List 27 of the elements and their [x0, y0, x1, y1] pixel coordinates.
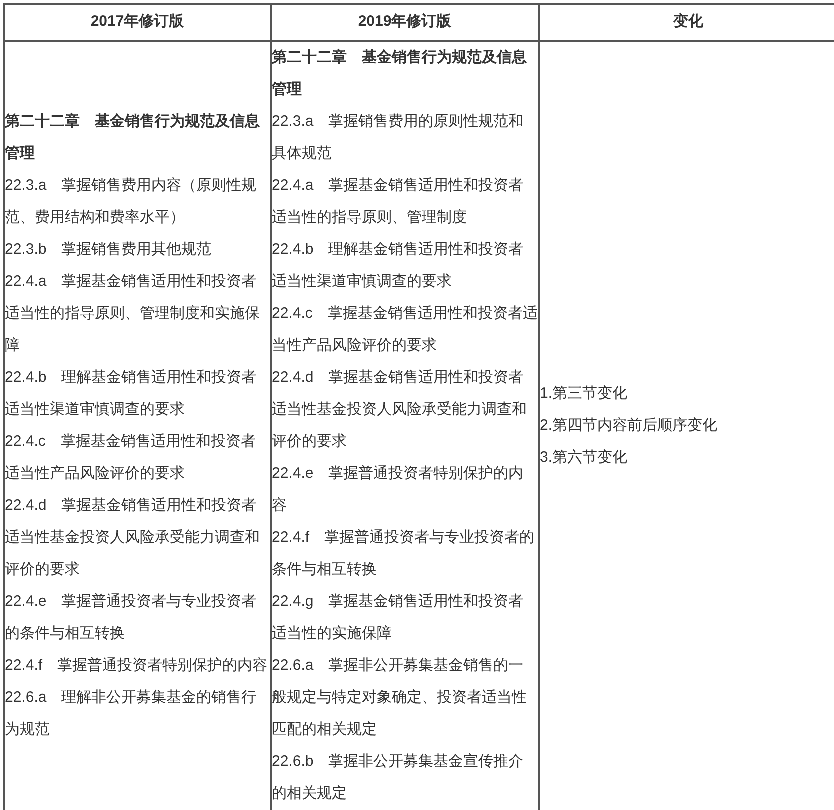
syllabus-item: 22.4.a 掌握基金销售适用性和投资者适当性的指导原则、管理制度和实施保障	[5, 272, 261, 356]
syllabus-item: 22.4.c 掌握基金销售适用性和投资者适当性产品风险评价的要求	[5, 432, 257, 484]
chapter-heading: 第二十二章 基金销售行为规范及信息管理	[5, 112, 261, 164]
syllabus-item: 22.3.b 掌握销售费用其他规范	[5, 240, 213, 260]
change-note: 1.第三节变化	[540, 384, 629, 404]
syllabus-item: 22.4.c 掌握基金销售适用性和投资者适当性产品风险评价的要求	[272, 304, 538, 356]
syllabus-item: 22.6.a 理解非公开募集基金的销售行为规范	[5, 688, 258, 740]
syllabus-item: 22.4.f 掌握普通投资者特别保护的内容	[5, 656, 269, 676]
syllabus-item: 22.3.a 掌握销售费用内容（原则性规范、费用结构和费率水平）	[5, 176, 258, 228]
syllabus-item: 22.6.b 掌握非公开募集基金宣传推介的相关规定	[272, 752, 525, 804]
syllabus-item: 22.4.f 掌握普通投资者与专业投资者的条件与相互转换	[272, 528, 536, 580]
syllabus-item: 22.4.d 掌握基金销售适用性和投资者适当性基金投资人风险承受能力调查和评价的要求	[272, 368, 528, 452]
column-header: 2019年修订版	[271, 4, 539, 41]
syllabus-item: 22.4.d 掌握基金销售适用性和投资者适当性基金投资人风险承受能力调查和评价的要求	[5, 496, 261, 580]
change-note: 3.第六节变化	[540, 448, 629, 468]
change-note: 2.第四节内容前后顺序变化	[540, 416, 719, 436]
column-header: 2017年修订版	[4, 4, 271, 41]
syllabus-item: 22.4.e 掌握普通投资者与专业投资者的条件与相互转换	[5, 592, 258, 644]
syllabus-item: 22.4.e 掌握普通投资者特别保护的内容	[272, 464, 525, 516]
chapter-heading: 第二十二章 基金销售行为规范及信息管理	[272, 48, 528, 100]
syllabus-item: 22.4.b 理解基金销售适用性和投资者适当性渠道审慎调查的要求	[5, 368, 258, 420]
syllabus-item: 22.3.a 掌握销售费用的原则性规范和具体规范	[272, 112, 525, 164]
syllabus-item: 22.4.a 掌握基金销售适用性和投资者适当性的指导原则、管理制度	[272, 176, 525, 228]
syllabus-item: 22.6.a 掌握非公开募集基金销售的一般规定与特定对象确定、投资者适当性匹配的相关规定	[272, 656, 528, 740]
syllabus-item: 22.4.b 理解基金销售适用性和投资者适当性渠道审慎调查的要求	[272, 240, 525, 292]
column-header: 变化	[539, 4, 834, 41]
syllabus-item: 22.4.g 掌握基金销售适用性和投资者适当性的实施保障	[272, 592, 525, 644]
